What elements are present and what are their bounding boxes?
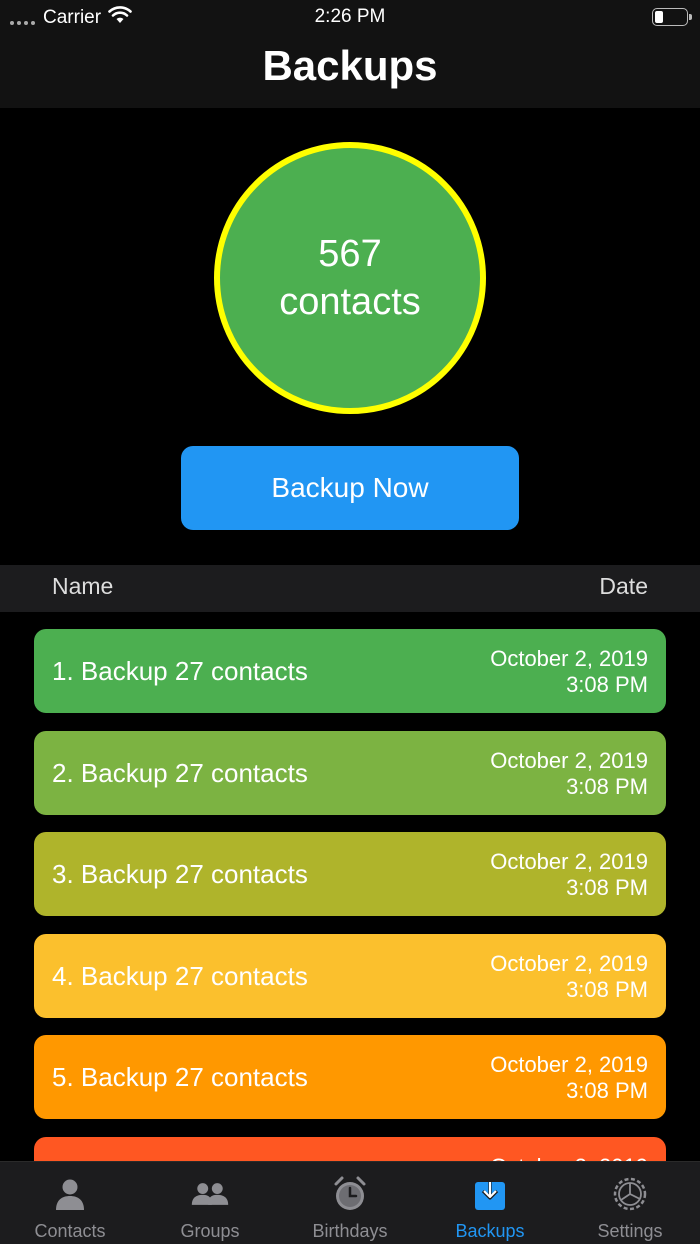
backup-title: 2. Backup 27 contacts <box>52 757 308 788</box>
contact-count-label: contacts <box>279 281 421 323</box>
backup-title: 1. Backup 27 contacts <box>52 656 308 686</box>
battery-icon <box>652 8 692 26</box>
backup-date-time: 3:08 PM <box>566 672 648 697</box>
person-icon <box>50 1174 90 1214</box>
backup-row[interactable]: 6. Backup 27 contactsOctober 2, 20193:08… <box>34 1136 666 1162</box>
tab-birthdays[interactable]: Birthdays <box>280 1162 420 1244</box>
tab-label: Backups <box>455 1221 525 1241</box>
backup-title: 3. Backup 27 contacts <box>52 859 308 889</box>
backup-date-day: October 2, 2019 <box>490 646 648 671</box>
backup-date-day: October 2, 2019 <box>490 849 648 874</box>
tab-settings[interactable]: Settings <box>560 1162 700 1244</box>
backup-date: October 2, 20193:08 PM <box>490 849 648 901</box>
backup-date: October 2, 20193:08 PM <box>490 951 648 1003</box>
backup-date: October 2, 20193:08 PM <box>490 646 648 698</box>
backup-date-time: 3:08 PM <box>566 1078 648 1103</box>
gear-icon <box>610 1174 650 1214</box>
contact-count-value: 567 <box>318 233 382 275</box>
backup-date: October 2, 20193:08 PM <box>490 1154 648 1162</box>
tab-groups[interactable]: Groups <box>140 1162 280 1244</box>
tab-contacts[interactable]: Contacts <box>0 1162 140 1244</box>
status-bar: Carrier 2:26 PM <box>0 0 700 34</box>
tab-label: Settings <box>597 1221 663 1241</box>
backup-date-time: 3:08 PM <box>566 773 648 799</box>
tab-label: Contacts <box>34 1221 106 1241</box>
contact-count-circle: 567 contacts <box>214 142 486 414</box>
battery-level <box>655 11 663 23</box>
backup-row[interactable]: 1. Backup 27 contacts October 2, 2019 3:08… <box>34 629 666 713</box>
download-icon <box>470 1174 510 1214</box>
list-header: Name Date <box>0 565 700 612</box>
backup-date-day: October 2, 2019 <box>490 747 648 773</box>
backup-row[interactable]: 5. Backup 27 contacts October 2, 2019 3:08… <box>34 1035 666 1119</box>
tab-label: Birthdays <box>312 1221 388 1241</box>
backup-date-day: October 2, 2019 <box>490 1154 648 1162</box>
backup-title: 4. Backup 27 contacts <box>52 960 308 991</box>
backup-list[interactable]: 1. Backup 27 contacts October 2, 2019 3:08… <box>0 612 700 1161</box>
backup-row[interactable]: 3. Backup 27 contacts October 2, 2019 3:08… <box>34 832 666 916</box>
status-time: 2:26 PM <box>314 6 386 27</box>
tab-label: Groups <box>180 1221 240 1241</box>
backup-date-day: October 2, 2019 <box>490 1052 648 1077</box>
tab-backups[interactable]: Backups <box>420 1162 560 1244</box>
column-header-date: Date <box>599 573 648 599</box>
backup-date-time: 3:08 PM <box>566 875 648 900</box>
page-title: Backups <box>262 42 438 89</box>
backup-date-time: 3:08 PM <box>566 976 648 1002</box>
backup-date-day: October 2, 2019 <box>490 950 648 976</box>
backup-row[interactable]: 2. Backup 27 contacts October 2, 2019 3:08… <box>34 730 666 815</box>
backup-now-button[interactable]: Backup Now <box>181 446 519 530</box>
navigation-bar: Backups <box>0 34 700 108</box>
people-icon <box>190 1174 230 1214</box>
backup-date: October 2, 20193:08 PM <box>490 748 648 800</box>
backup-date: October 2, 20193:08 PM <box>490 1052 648 1104</box>
alarm-clock-icon <box>330 1174 370 1214</box>
backup-row[interactable]: 4. Backup 27 contacts October 2, 2019 3:08… <box>34 933 666 1018</box>
column-header-name: Name <box>52 573 114 599</box>
tab-bar: Contacts Groups Birthdays Backups Settin… <box>0 1161 700 1244</box>
backup-title: 5. Backup 27 contacts <box>52 1062 308 1092</box>
